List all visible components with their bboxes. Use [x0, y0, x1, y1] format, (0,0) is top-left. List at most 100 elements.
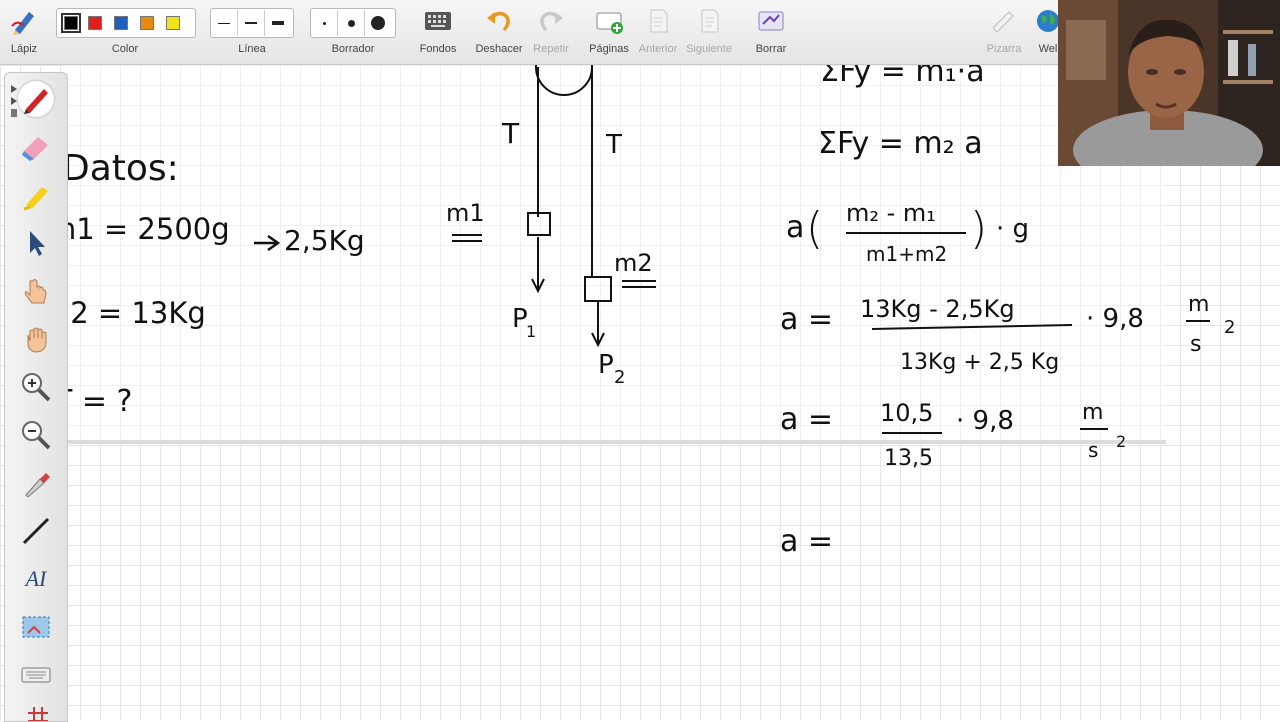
- tool-sidebar: AI: [4, 72, 68, 722]
- pencil-label: Lápiz: [10, 43, 38, 55]
- weight-2-label: P: [598, 350, 614, 380]
- add-page-icon: [596, 12, 623, 34]
- previous-page-label: Anterior: [638, 43, 678, 55]
- undo-label: Deshacer: [475, 43, 523, 55]
- line-width-options: [210, 8, 294, 38]
- sidebar-keyboard-tool[interactable]: [18, 657, 54, 693]
- zoom-in-icon: [22, 373, 51, 402]
- eraser-small-option[interactable]: [311, 10, 338, 36]
- eraser-icon: [22, 137, 48, 161]
- sidebar-grid-tool[interactable]: [18, 699, 54, 721]
- redo-button[interactable]: Repetir: [528, 0, 574, 64]
- presenter-video: [1058, 0, 1280, 166]
- previous-page-button[interactable]: Anterior: [636, 0, 680, 64]
- calc-gravity: · 9,8: [956, 406, 1014, 436]
- substitution-a-eq: a =: [780, 302, 833, 337]
- m1-label: m1: [446, 199, 485, 227]
- weight-1-subscript: 1: [526, 322, 536, 341]
- screenshot-icon: [22, 616, 50, 638]
- hand-pointer-icon: [24, 279, 47, 304]
- sidebar-zoom-out-tool[interactable]: [18, 417, 54, 453]
- clear-button[interactable]: Borrar: [748, 0, 794, 64]
- calc-unit-denominator: s: [1088, 438, 1098, 462]
- eyedropper-icon: [25, 473, 50, 498]
- sidebar-text-tool[interactable]: AI: [18, 561, 54, 597]
- color-yellow-swatch[interactable]: [166, 16, 180, 30]
- datos-title: Datos:: [62, 148, 179, 189]
- sidebar-select-tool[interactable]: [18, 225, 54, 261]
- sidebar-pen-tool[interactable]: [18, 81, 54, 117]
- unit-exponent: 2: [1224, 317, 1235, 338]
- undo-icon: [487, 11, 510, 32]
- line-thin-option[interactable]: [211, 10, 238, 36]
- unit-denominator: s: [1190, 332, 1201, 357]
- final-a-eq: a =: [780, 524, 833, 559]
- backgrounds-button[interactable]: Fondos: [414, 0, 462, 64]
- whiteboard-icon: [992, 11, 1014, 33]
- eraser-size-options: [310, 8, 396, 38]
- sidebar-screenshot-tool[interactable]: [18, 609, 54, 645]
- grid-icon: [28, 707, 48, 721]
- pages-button[interactable]: Páginas: [586, 0, 632, 64]
- formula-numerator: m₂ - m₁: [846, 199, 936, 227]
- unit-numerator: m: [1188, 292, 1209, 317]
- formula-paren-open: (: [806, 203, 823, 254]
- eraser-medium-option[interactable]: [338, 10, 365, 36]
- clear-board-icon: [758, 11, 784, 31]
- eraser-label: Borrador: [331, 43, 375, 55]
- eraser-large-option[interactable]: [365, 10, 391, 36]
- whiteboard-label: Pizarra: [986, 43, 1022, 55]
- whiteboard-button[interactable]: Pizarra: [982, 0, 1026, 64]
- color-orange-swatch[interactable]: [140, 16, 154, 30]
- line-width-group: Línea: [210, 0, 294, 64]
- redo-label: Repetir: [533, 43, 569, 55]
- next-page-button[interactable]: Siguiente: [684, 0, 734, 64]
- formula-denominator: m1+m2: [866, 242, 947, 266]
- zoom-out-icon: [22, 421, 51, 450]
- color-black-swatch[interactable]: [61, 13, 81, 33]
- pencil-tool[interactable]: Lápiz: [0, 0, 48, 64]
- line-tool-icon: [22, 517, 50, 545]
- previous-page-icon: [650, 9, 668, 33]
- backgrounds-label: Fondos: [419, 43, 457, 55]
- m1-data: m1 = 2500g: [48, 212, 230, 246]
- undo-button[interactable]: Deshacer: [474, 0, 524, 64]
- sidebar-eyedropper-tool[interactable]: [18, 465, 54, 501]
- webcam-overlay: [1058, 0, 1280, 166]
- tension-right: T: [605, 130, 622, 160]
- formula-paren-close: ): [970, 203, 987, 254]
- next-page-label: Siguiente: [686, 43, 732, 55]
- color-blue-swatch[interactable]: [114, 16, 128, 30]
- formula-a: a: [786, 210, 804, 245]
- redo-icon: [540, 11, 563, 32]
- text-tool-icon: AI: [25, 566, 47, 591]
- equation-sum-forces-1: ΣFy = m₁·a: [820, 65, 985, 89]
- sidebar-eraser-tool[interactable]: [18, 129, 54, 165]
- calc-a-eq: a =: [780, 402, 833, 437]
- sidebar-pointer-tool[interactable]: [18, 273, 54, 309]
- keyboard-icon: [21, 667, 51, 683]
- arrow-cursor-icon: [30, 231, 45, 256]
- next-page-icon: [701, 9, 719, 33]
- line-thick-option[interactable]: [265, 10, 291, 36]
- m1-kg: 2,5Kg: [284, 224, 365, 257]
- sidebar-pan-tool[interactable]: [18, 321, 54, 357]
- sidebar-highlighter-tool[interactable]: [18, 177, 54, 213]
- pen-icon: [24, 89, 48, 114]
- tension-left: T: [501, 117, 520, 150]
- equation-sum-forces-2: ΣFy = m₂ a: [818, 126, 983, 161]
- highlighter-icon: [23, 187, 48, 211]
- pencil-icon: [11, 12, 34, 35]
- formula-g: · g: [996, 214, 1029, 244]
- eraser-group: Borrador: [310, 0, 396, 64]
- calc-numerator: 10,5: [880, 399, 933, 427]
- substitution-denominator: 13Kg + 2,5 Kg: [900, 350, 1059, 375]
- weight-2-subscript: 2: [614, 367, 625, 388]
- pages-label: Páginas: [589, 43, 629, 55]
- color-group: Color: [56, 0, 196, 64]
- sidebar-line-tool[interactable]: [18, 513, 54, 549]
- hand-pan-icon: [27, 327, 47, 353]
- color-red-swatch[interactable]: [88, 16, 102, 30]
- sidebar-zoom-in-tool[interactable]: [18, 369, 54, 405]
- line-medium-option[interactable]: [238, 10, 265, 36]
